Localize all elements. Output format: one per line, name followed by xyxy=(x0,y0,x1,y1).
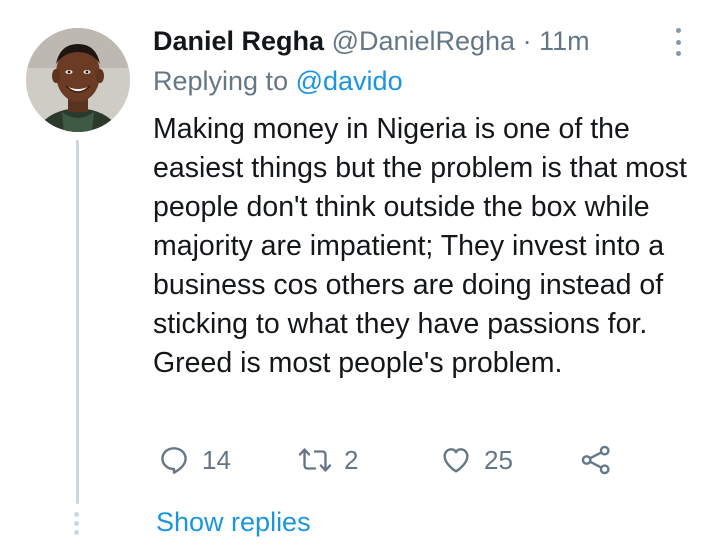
reply-button[interactable]: 14 xyxy=(158,440,231,480)
retweet-count: 2 xyxy=(344,444,359,475)
speech-bubble-icon xyxy=(161,447,187,474)
avatar[interactable] xyxy=(26,28,130,132)
share-button[interactable] xyxy=(580,440,612,480)
header-separator: · xyxy=(522,26,532,56)
more-options-icon[interactable] xyxy=(672,28,684,56)
retweet-icon xyxy=(298,448,332,472)
author-handle[interactable]: @DanielRegha xyxy=(332,26,516,56)
thread-continuation-dots xyxy=(74,512,81,535)
retweet-button[interactable]: 2 xyxy=(298,440,358,480)
like-button[interactable]: 25 xyxy=(440,440,513,480)
show-replies-link[interactable]: Show replies xyxy=(156,505,311,539)
profile-photo-icon xyxy=(26,28,130,132)
replying-to: Replying to @davido xyxy=(153,64,403,98)
thread-line xyxy=(76,140,79,504)
tweet-text: Making money in Nigeria is one of the ea… xyxy=(153,113,687,379)
like-count: 25 xyxy=(484,444,513,475)
heart-icon xyxy=(443,448,469,473)
tweet-header: Daniel Regha @DanielRegha · 11m xyxy=(153,24,590,58)
share-icon xyxy=(581,445,610,475)
reply-count: 14 xyxy=(202,444,231,475)
replying-to-mention[interactable]: @davido xyxy=(296,66,403,96)
tweet-timestamp[interactable]: 11m xyxy=(539,26,590,56)
author-name[interactable]: Daniel Regha xyxy=(153,26,324,56)
replying-prefix: Replying to xyxy=(153,66,289,96)
tweet[interactable]: Daniel Regha @DanielRegha · 11m Replying… xyxy=(0,0,720,552)
